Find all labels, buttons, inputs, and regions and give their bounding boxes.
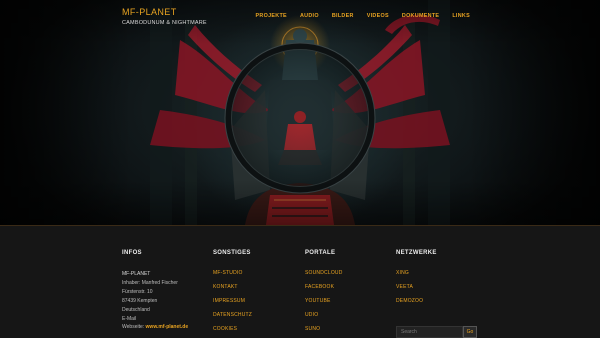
hero-banner: MF-PLANET CAMBODUNUM & NIGHTMARE PROJEKT…: [0, 0, 600, 225]
link-mf-studio[interactable]: MF-STUDIO: [213, 270, 252, 276]
infos-city: 87439 Kempten: [122, 297, 158, 304]
infos-company: MF-PLANET: [122, 271, 151, 277]
footer-col-portale: PORTALE SOUNDCLOUD FACEBOOK YOUTUBE UDIO…: [305, 250, 343, 338]
infos-country: Deutschland: [122, 306, 150, 313]
sonstiges-heading: SONSTIGES: [213, 250, 251, 256]
search-form: Go: [396, 326, 477, 338]
link-kontakt[interactable]: KONTAKT: [213, 284, 252, 290]
link-youtube[interactable]: YOUTUBE: [305, 298, 343, 304]
link-cookies[interactable]: COOKIES: [213, 326, 252, 332]
link-xing[interactable]: XING: [396, 270, 437, 276]
footer-col-netzwerke: NETZWERKE XING VEETA DEMOZOO: [396, 250, 437, 312]
link-soundcloud[interactable]: SOUNDCLOUD: [305, 270, 343, 276]
infos-email[interactable]: E-Mail: [122, 315, 188, 324]
link-datenschutz[interactable]: DATENSCHUTZ: [213, 312, 252, 318]
infos-website-label: Webseite:: [122, 324, 145, 331]
magnifier-lens-icon: [224, 42, 376, 194]
link-udio[interactable]: UDIO: [305, 312, 343, 318]
infos-website: Webseite: www.mf-planet.de: [122, 323, 188, 332]
nav-item-projekte[interactable]: PROJEKTE: [255, 13, 286, 19]
site-brand[interactable]: MF-PLANET CAMBODUNUM & NIGHTMARE: [122, 7, 207, 26]
link-suno[interactable]: SUNO: [305, 326, 343, 332]
infos-website-link[interactable]: www.mf-planet.de: [146, 324, 189, 330]
link-impressum[interactable]: IMPRESSUM: [213, 298, 252, 304]
nav-item-links[interactable]: LINKS: [452, 13, 470, 19]
search-go-button[interactable]: Go: [463, 326, 477, 338]
nav-item-audio[interactable]: AUDIO: [300, 13, 319, 19]
infos-owner: Inhaber: Manfred Fischer: [122, 279, 178, 286]
site-subtitle: CAMBODUNUM & NIGHTMARE: [122, 20, 207, 26]
footer-col-sonstiges: SONSTIGES MF-STUDIO KONTAKT IMPRESSUM DA…: [213, 250, 252, 338]
site-footer: INFOS MF-PLANET Inhaber: Manfred Fischer…: [0, 226, 600, 338]
nav-item-dokumente[interactable]: DOKUMENTE: [402, 13, 439, 19]
search-input[interactable]: [396, 326, 463, 338]
infos-street: Fürstenstr. 10: [122, 288, 153, 295]
footer-col-infos: INFOS MF-PLANET Inhaber: Manfred Fischer…: [122, 250, 188, 332]
link-veeta[interactable]: VEETA: [396, 284, 437, 290]
infos-heading: INFOS: [122, 250, 142, 256]
nav-item-bilder[interactable]: BILDER: [332, 13, 354, 19]
site-title[interactable]: MF-PLANET: [122, 7, 207, 17]
netzwerke-heading: NETZWERKE: [396, 250, 437, 256]
link-facebook[interactable]: FACEBOOK: [305, 284, 343, 290]
nav-item-videos[interactable]: VIDEOS: [367, 13, 389, 19]
portale-heading: PORTALE: [305, 250, 336, 256]
hero-artwork: [150, 0, 450, 225]
link-demozoo[interactable]: DEMOZOO: [396, 298, 437, 304]
main-nav: PROJEKTE AUDIO BILDER VIDEOS DOKUMENTE L…: [242, 13, 470, 19]
